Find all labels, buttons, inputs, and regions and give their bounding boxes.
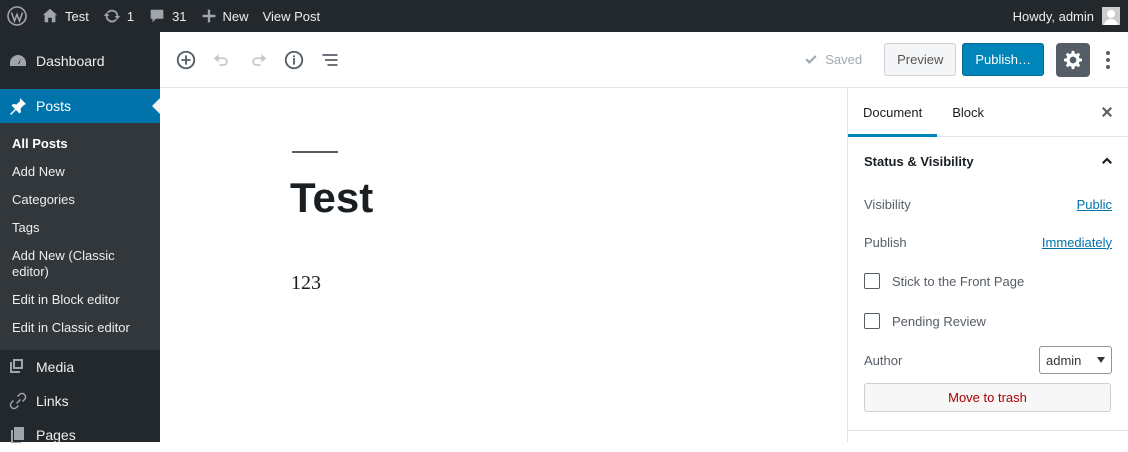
menu-label-pages: Pages — [36, 427, 76, 443]
submenu-all-posts[interactable]: All Posts — [0, 130, 160, 158]
saved-label: Saved — [825, 52, 863, 67]
settings-sidebar: Document Block Status & Visibility Visib… — [847, 88, 1128, 442]
admin-bar: Test 1 31 New View Post Howdy, admin — [0, 0, 1128, 32]
updates-count: 1 — [126, 8, 135, 24]
plus-circle-icon — [176, 50, 196, 69]
chevron-down-icon — [1097, 357, 1105, 363]
view-post-label: View Post — [262, 8, 321, 24]
add-block-button[interactable] — [168, 42, 204, 78]
publish-button[interactable]: Publish… — [962, 43, 1044, 76]
more-vertical-icon — [1106, 50, 1110, 69]
menu-item-pages[interactable]: Pages — [0, 418, 160, 452]
menu-item-media[interactable]: Media — [0, 350, 160, 384]
menu-label-links: Links — [36, 393, 69, 409]
plus-icon — [202, 9, 215, 23]
pin-icon — [8, 96, 28, 116]
site-name: Test — [65, 8, 89, 24]
updates-link[interactable]: 1 — [96, 0, 141, 32]
author-value: admin — [1046, 352, 1082, 368]
close-sidebar-button[interactable] — [1096, 101, 1118, 123]
tab-document[interactable]: Document — [848, 88, 938, 137]
posts-submenu: All Posts Add New Categories Tags Add Ne… — [0, 123, 160, 350]
undo-icon — [213, 53, 228, 66]
sticky-label[interactable]: Stick to the Front Page — [892, 274, 1024, 289]
gear-icon — [1064, 50, 1082, 69]
settings-button[interactable] — [1056, 42, 1090, 77]
submenu-tags[interactable]: Tags — [0, 214, 160, 242]
wordpress-logo-icon[interactable] — [0, 0, 34, 32]
check-icon — [805, 54, 817, 64]
author-row: Author admin — [848, 341, 1128, 379]
status-visibility-panel-toggle[interactable]: Status & Visibility — [848, 137, 1128, 185]
avatar — [1102, 7, 1120, 25]
preview-button[interactable]: Preview — [884, 43, 957, 76]
site-name-link[interactable]: Test — [34, 0, 96, 32]
redo-icon — [252, 53, 267, 66]
admin-menu: Dashboard Posts All Posts Add New Catego… — [0, 32, 160, 443]
more-menu-button[interactable] — [1096, 43, 1120, 77]
panel-title: Status & Visibility — [864, 153, 974, 169]
pending-review-checkbox[interactable] — [864, 313, 880, 329]
media-icon — [8, 357, 28, 377]
submenu-add-new[interactable]: Add New — [0, 158, 160, 186]
my-account-link[interactable]: Howdy, admin — [1013, 0, 1120, 32]
redo-button[interactable] — [240, 42, 276, 78]
visibility-label: Visibility — [864, 196, 911, 212]
visibility-toggle[interactable]: Public — [1077, 197, 1112, 212]
submenu-edit-block-editor[interactable]: Edit in Block editor — [0, 286, 160, 314]
title-separator — [292, 151, 338, 153]
submenu-add-new-classic[interactable]: Add New (Classic editor) — [0, 242, 160, 286]
publish-date-toggle[interactable]: Immediately — [1042, 235, 1112, 250]
menu-label-media: Media — [36, 359, 75, 375]
content-info-button[interactable] — [276, 42, 312, 78]
editor-header: Saved Preview Publish… — [160, 32, 1128, 88]
block-navigation-button[interactable] — [312, 42, 348, 78]
saved-status: Saved — [803, 52, 862, 68]
pages-icon — [8, 425, 28, 445]
sidebar-tabs: Document Block — [848, 88, 1128, 137]
pending-review-row: Pending Review — [848, 301, 1128, 341]
menu-label-posts: Posts — [36, 98, 72, 114]
dashboard-icon — [8, 51, 28, 71]
menu-item-posts[interactable]: Posts — [0, 89, 160, 123]
tab-block[interactable]: Block — [937, 88, 999, 136]
visibility-row: Visibility Public — [848, 185, 1128, 223]
sticky-checkbox[interactable] — [864, 273, 880, 289]
chevron-up-icon — [1102, 157, 1112, 164]
close-icon — [1102, 107, 1112, 117]
pending-review-label[interactable]: Pending Review — [892, 314, 986, 329]
comments-count: 31 — [172, 8, 187, 24]
move-to-trash-button[interactable]: Move to trash — [864, 383, 1111, 412]
link-icon — [8, 391, 28, 411]
menu-label-dashboard: Dashboard — [36, 53, 105, 69]
new-content-link[interactable]: New — [194, 0, 256, 32]
howdy-text: Howdy, admin — [1012, 8, 1094, 24]
list-icon — [322, 53, 338, 66]
submenu-edit-classic-editor[interactable]: Edit in Classic editor — [0, 314, 160, 342]
home-icon — [42, 8, 58, 23]
publish-label: Publish — [864, 234, 907, 250]
info-icon — [284, 50, 304, 69]
new-label: New — [222, 8, 249, 24]
publish-date-row: Publish Immediately — [848, 223, 1128, 261]
paragraph-block[interactable]: 123 — [291, 272, 321, 295]
menu-item-links[interactable]: Links — [0, 384, 160, 418]
updates-icon — [103, 9, 120, 23]
menu-item-dashboard[interactable]: Dashboard — [0, 44, 160, 78]
editor-canvas: Test 123 — [160, 88, 847, 442]
view-post-link[interactable]: View Post — [256, 0, 328, 32]
post-title[interactable]: Test — [290, 174, 373, 222]
panel-divider — [848, 430, 1128, 431]
author-label: Author — [864, 352, 903, 368]
author-select[interactable]: admin — [1039, 346, 1112, 374]
sticky-row: Stick to the Front Page — [848, 261, 1128, 301]
comments-link[interactable]: 31 — [141, 0, 193, 32]
undo-button[interactable] — [204, 42, 240, 78]
submenu-categories[interactable]: Categories — [0, 186, 160, 214]
comment-icon — [150, 9, 164, 23]
